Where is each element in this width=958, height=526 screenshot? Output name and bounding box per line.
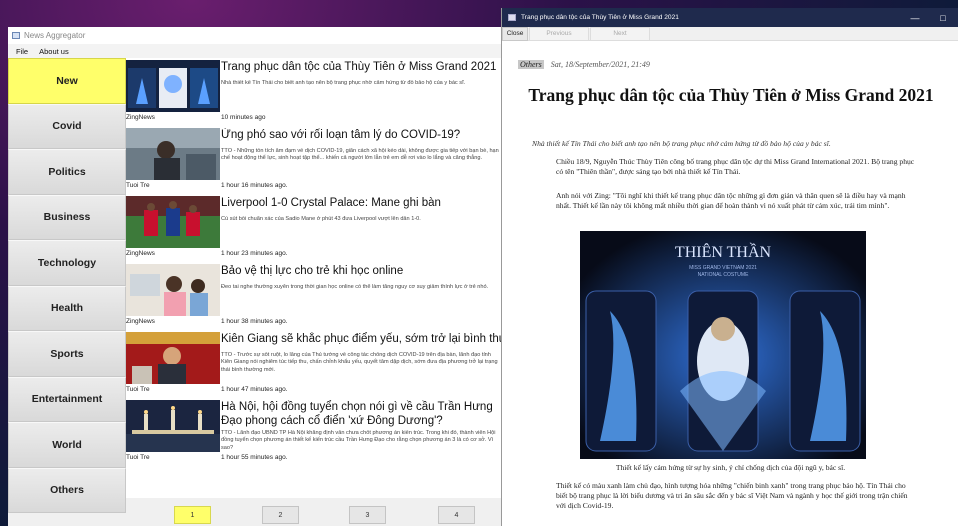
category-health[interactable]: Health — [8, 285, 126, 331]
news-time: 1 hour 16 minutes ago. — [221, 182, 288, 189]
news-title[interactable]: Bảo vệ thị lực cho trẻ khi học online — [221, 264, 502, 278]
news-thumbnail — [126, 400, 220, 452]
news-time: 1 hour 55 minutes ago. — [221, 454, 288, 461]
news-item[interactable]: Trang phục dân tộc của Thùy Tiên ở Miss … — [126, 58, 502, 126]
news-item[interactable]: Ứng phó sao với rối loạn tâm lý do COVID… — [126, 126, 502, 194]
news-thumbnail — [126, 196, 220, 248]
page-button-3[interactable]: 3 — [349, 506, 386, 524]
news-source: ZingNews — [126, 318, 155, 325]
category-world[interactable]: World — [8, 422, 126, 468]
app-icon — [508, 14, 516, 21]
category-technology[interactable]: Technology — [8, 240, 126, 286]
article-meta: Others Sat, 18/September/2021, 21:49 — [518, 60, 650, 69]
news-title[interactable]: Kiên Giang sẽ khắc phục điểm yếu, sớm tr… — [221, 332, 502, 346]
next-button[interactable]: Next — [590, 26, 650, 41]
news-time: 1 hour 47 minutes ago. — [221, 386, 288, 393]
app-icon — [12, 32, 20, 39]
news-thumbnail — [126, 128, 220, 180]
article-view: Others Sat, 18/September/2021, 21:49 Tra… — [502, 41, 958, 526]
news-thumbnail — [126, 264, 220, 316]
article-image: THIÊN THẦN MISS GRAND VIETNAM 2021 NATIO… — [580, 231, 866, 459]
article-paragraph: Anh nói với Zing: "Tôi nghĩ khi thiết kế… — [556, 191, 906, 210]
page-button-2[interactable]: 2 — [262, 506, 299, 524]
news-time: 10 minutes ago — [221, 114, 266, 121]
category-sidebar: New Covid Politics Business Technology H… — [8, 58, 126, 526]
article-category-badge: Others — [518, 60, 544, 69]
news-source: ZingNews — [126, 114, 155, 121]
category-sports[interactable]: Sports — [8, 331, 126, 377]
right-titlebar: Trang phục dân tộc của Thùy Tiên ở Miss … — [502, 8, 958, 27]
news-title[interactable]: Ứng phó sao với rối loạn tâm lý do COVID… — [221, 128, 502, 142]
news-aggregator-window: News Aggregator File About us New Covid … — [8, 27, 502, 526]
right-window-title: Trang phục dân tộc của Thùy Tiên ở Miss … — [521, 14, 679, 21]
category-business[interactable]: Business — [8, 194, 126, 240]
news-item[interactable]: Bảo vệ thị lực cho trẻ khi học online Đe… — [126, 262, 502, 330]
article-date: Sat, 18/September/2021, 21:49 — [550, 60, 650, 69]
news-snippet: TTO - Những tồn tích âm đạm về dịch COVI… — [221, 148, 499, 162]
category-covid[interactable]: Covid — [8, 103, 126, 149]
page-button-1[interactable]: 1 — [174, 506, 211, 524]
left-titlebar: News Aggregator — [8, 27, 502, 44]
menubar: File About us — [8, 44, 502, 58]
maximize-icon[interactable]: □ — [930, 8, 956, 27]
news-time: 1 hour 38 minutes ago. — [221, 318, 288, 325]
news-thumbnail — [126, 332, 220, 384]
news-snippet: Cú sút bồi chuẩn xác của Sadio Mane ở ph… — [221, 216, 421, 222]
menu-about-us[interactable]: About us — [39, 47, 69, 56]
left-window-title: News Aggregator — [24, 31, 86, 40]
category-entertainment[interactable]: Entertainment — [8, 376, 126, 422]
news-snippet: Nhà thiết kế Tín Thái cho biết anh tạo n… — [221, 80, 466, 86]
news-feed: Trang phục dân tộc của Thùy Tiên ở Miss … — [126, 58, 502, 498]
article-lead: Nhà thiết kế Tín Thái cho biết anh tạo n… — [532, 139, 831, 148]
news-snippet: Đeo tai nghe thường xuyên trong thời gia… — [221, 284, 489, 290]
news-snippet: TTO - Trước sự sốt ruột, lo lắng của Thủ… — [221, 352, 498, 373]
news-source: Tuoi Tre — [126, 386, 150, 393]
article-paragraph: Chiều 18/9, Nguyễn Thúc Thùy Tiên công b… — [556, 157, 915, 176]
news-title[interactable]: Trang phục dân tộc của Thùy Tiên ở Miss … — [221, 60, 502, 74]
menu-file[interactable]: File — [16, 47, 28, 56]
figure-subtitle: MISS GRAND VIETNAM 2021 — [689, 265, 757, 271]
category-others[interactable]: Others — [8, 467, 126, 513]
category-politics[interactable]: Politics — [8, 149, 126, 195]
news-item[interactable]: Liverpool 1-0 Crystal Palace: Mane ghi b… — [126, 194, 502, 262]
article-toolbar: Close Previous Next — [502, 26, 958, 41]
news-item[interactable]: Hà Nội, hội đồng tuyển chọn nói gì về cầ… — [126, 398, 502, 466]
news-thumbnail — [126, 60, 220, 112]
article-window: Trang phục dân tộc của Thùy Tiên ở Miss … — [501, 8, 958, 526]
news-title[interactable]: Liverpool 1-0 Crystal Palace: Mane ghi b… — [221, 196, 502, 210]
article-headline: Trang phục dân tộc của Thùy Tiên ở Miss … — [528, 85, 934, 105]
previous-button[interactable]: Previous — [529, 26, 589, 41]
figure-subtitle: NATIONAL COSTUME — [698, 272, 750, 278]
figure-title: THIÊN THẦN — [675, 242, 772, 261]
close-button[interactable]: Close — [502, 26, 528, 41]
page-button-4[interactable]: 4 — [438, 506, 475, 524]
minimize-icon[interactable]: — — [902, 8, 928, 27]
news-title[interactable]: Hà Nội, hội đồng tuyển chọn nói gì về cầ… — [221, 400, 502, 428]
pagination: 1 2 3 4 — [126, 498, 502, 526]
news-snippet: TTO - Lãnh đạo UBND TP Hà Nội khẳng định… — [221, 430, 496, 451]
news-source: Tuoi Tre — [126, 454, 150, 461]
category-new[interactable]: New — [8, 58, 126, 104]
image-caption: Thiết kế lấy cảm hứng từ sự hy sinh, ý c… — [615, 463, 846, 472]
news-time: 1 hour 23 minutes ago. — [221, 250, 288, 257]
article-paragraph: Thiết kế có màu xanh làm chủ đạo, hình t… — [556, 481, 908, 510]
news-source: Tuoi Tre — [126, 182, 150, 189]
news-item[interactable]: Kiên Giang sẽ khắc phục điểm yếu, sớm tr… — [126, 330, 502, 398]
news-source: ZingNews — [126, 250, 155, 257]
